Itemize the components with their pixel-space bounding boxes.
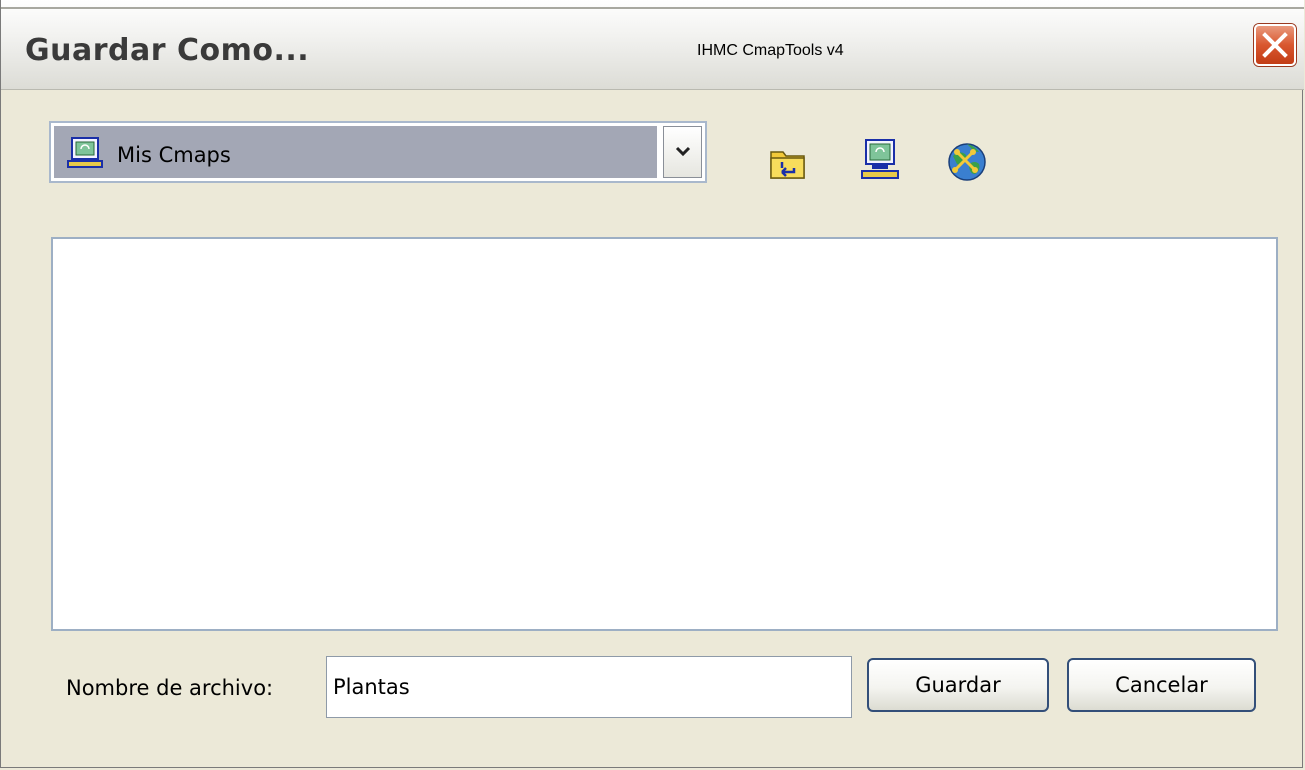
- computer-icon: [67, 137, 103, 168]
- close-icon: [1262, 32, 1288, 58]
- title-bar[interactable]: Guardar Como... IHMC CmapTools v4: [1, 0, 1304, 90]
- cancel-button[interactable]: Cancelar: [1067, 658, 1256, 712]
- chevron-down-icon: [675, 146, 691, 157]
- save-button[interactable]: Guardar: [867, 658, 1049, 712]
- shared-cmaps-button[interactable]: [945, 140, 989, 184]
- globe-icon: [948, 143, 986, 181]
- my-cmaps-button[interactable]: [858, 138, 902, 182]
- location-label: Mis Cmaps: [117, 143, 231, 167]
- dialog-title: Guardar Como...: [25, 33, 310, 68]
- location-selected: Mis Cmaps: [54, 126, 657, 178]
- app-name: IHMC CmapTools v4: [697, 42, 844, 59]
- save-as-dialog: Guardar Como... IHMC CmapTools v4 Mis Cm…: [0, 0, 1304, 768]
- close-button[interactable]: [1254, 24, 1296, 66]
- up-folder-button[interactable]: [766, 140, 810, 184]
- computer-icon: [861, 139, 899, 179]
- location-dropdown[interactable]: Mis Cmaps: [49, 121, 707, 183]
- dropdown-button[interactable]: [663, 126, 702, 178]
- file-list[interactable]: [51, 237, 1278, 631]
- title-divider: [1, 7, 1304, 9]
- filename-label: Nombre de archivo:: [66, 676, 274, 700]
- filename-input[interactable]: [326, 656, 852, 718]
- folder-up-icon: [770, 151, 805, 179]
